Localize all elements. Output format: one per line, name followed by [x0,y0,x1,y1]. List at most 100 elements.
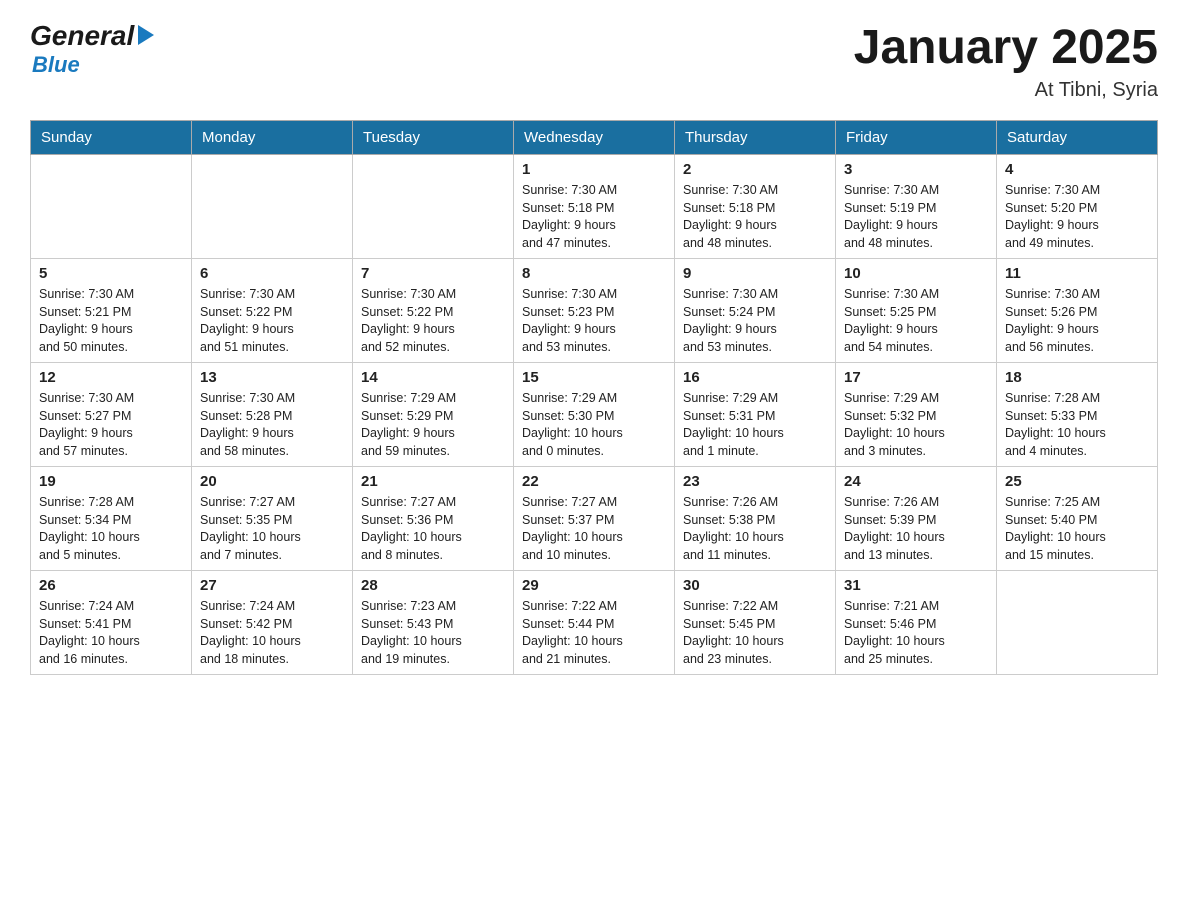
calendar-cell [353,155,514,259]
logo-blue-text: Blue [32,52,154,78]
column-header-tuesday: Tuesday [353,121,514,155]
day-number: 14 [361,369,505,386]
day-info: Sunrise: 7:30 AMSunset: 5:22 PMDaylight:… [200,286,344,356]
day-number: 12 [39,369,183,386]
day-info: Sunrise: 7:30 AMSunset: 5:24 PMDaylight:… [683,286,827,356]
day-number: 21 [361,473,505,490]
day-info: Sunrise: 7:29 AMSunset: 5:30 PMDaylight:… [522,390,666,460]
day-info: Sunrise: 7:30 AMSunset: 5:18 PMDaylight:… [522,182,666,252]
day-number: 29 [522,577,666,594]
calendar-cell: 6 Sunrise: 7:30 AMSunset: 5:22 PMDaylight… [192,259,353,363]
day-info: Sunrise: 7:25 AMSunset: 5:40 PMDaylight:… [1005,494,1149,564]
calendar-cell: 19Sunrise: 7:28 AMSunset: 5:34 PMDayligh… [31,467,192,571]
calendar-cell [192,155,353,259]
calendar-cell: 26 Sunrise: 7:24 AMSunset: 5:41 PMDayligh… [31,571,192,675]
day-number: 25 [1005,473,1149,490]
day-number: 18 [1005,369,1149,386]
day-number: 28 [361,577,505,594]
day-info: Sunrise: 7:29 AMSunset: 5:31 PMDaylight:… [683,390,827,460]
header-row: SundayMondayTuesdayWednesdayThursdayFrid… [31,121,1158,155]
day-info: Sunrise: 7:26 AMSunset: 5:38 PMDaylight:… [683,494,827,564]
day-info: Sunrise: 7:30 AMSunset: 5:22 PMDaylight:… [361,286,505,356]
day-number: 17 [844,369,988,386]
column-header-thursday: Thursday [675,121,836,155]
calendar-cell [31,155,192,259]
column-header-friday: Friday [836,121,997,155]
calendar-cell: 9 Sunrise: 7:30 AMSunset: 5:24 PMDaylight… [675,259,836,363]
calendar-week-2: 5 Sunrise: 7:30 AMSunset: 5:21 PMDaylight… [31,259,1158,363]
calendar-cell: 3 Sunrise: 7:30 AMSunset: 5:19 PMDaylight… [836,155,997,259]
day-number: 2 [683,161,827,178]
day-info: Sunrise: 7:30 AMSunset: 5:19 PMDaylight:… [844,182,988,252]
day-number: 23 [683,473,827,490]
calendar-header: SundayMondayTuesdayWednesdayThursdayFrid… [31,121,1158,155]
day-info: Sunrise: 7:30 AMSunset: 5:23 PMDaylight:… [522,286,666,356]
day-number: 4 [1005,161,1149,178]
day-number: 20 [200,473,344,490]
day-info: Sunrise: 7:30 AMSunset: 5:27 PMDaylight:… [39,390,183,460]
day-number: 30 [683,577,827,594]
day-info: Sunrise: 7:27 AMSunset: 5:35 PMDaylight:… [200,494,344,564]
column-header-sunday: Sunday [31,121,192,155]
day-number: 11 [1005,265,1149,282]
calendar-week-4: 19Sunrise: 7:28 AMSunset: 5:34 PMDayligh… [31,467,1158,571]
day-info: Sunrise: 7:28 AMSunset: 5:34 PMDaylight:… [39,494,183,564]
day-info: Sunrise: 7:29 AMSunset: 5:32 PMDaylight:… [844,390,988,460]
column-header-monday: Monday [192,121,353,155]
calendar-cell: 18Sunrise: 7:28 AMSunset: 5:33 PMDayligh… [997,363,1158,467]
day-number: 5 [39,265,183,282]
day-number: 27 [200,577,344,594]
calendar-cell: 21 Sunrise: 7:27 AMSunset: 5:36 PMDayligh… [353,467,514,571]
day-info: Sunrise: 7:24 AMSunset: 5:41 PMDaylight:… [39,598,183,668]
calendar-body: 1 Sunrise: 7:30 AMSunset: 5:18 PMDaylight… [31,155,1158,675]
day-number: 13 [200,369,344,386]
day-info: Sunrise: 7:30 AMSunset: 5:26 PMDaylight:… [1005,286,1149,356]
logo-arrow-icon [138,25,154,45]
calendar-cell: 5 Sunrise: 7:30 AMSunset: 5:21 PMDaylight… [31,259,192,363]
day-info: Sunrise: 7:30 AMSunset: 5:21 PMDaylight:… [39,286,183,356]
column-header-wednesday: Wednesday [514,121,675,155]
day-info: Sunrise: 7:26 AMSunset: 5:39 PMDaylight:… [844,494,988,564]
title-area: January 2025 At Tibni, Syria [854,20,1158,102]
day-info: Sunrise: 7:27 AMSunset: 5:36 PMDaylight:… [361,494,505,564]
day-number: 24 [844,473,988,490]
day-number: 3 [844,161,988,178]
calendar-cell: 14Sunrise: 7:29 AMSunset: 5:29 PMDayligh… [353,363,514,467]
day-info: Sunrise: 7:30 AMSunset: 5:20 PMDaylight:… [1005,182,1149,252]
calendar-cell [997,571,1158,675]
calendar-cell: 27 Sunrise: 7:24 AMSunset: 5:42 PMDayligh… [192,571,353,675]
day-info: Sunrise: 7:27 AMSunset: 5:37 PMDaylight:… [522,494,666,564]
day-number: 9 [683,265,827,282]
logo-general-text: General [30,20,134,52]
calendar-cell: 10 Sunrise: 7:30 AMSunset: 5:25 PMDayligh… [836,259,997,363]
calendar-cell: 13Sunrise: 7:30 AMSunset: 5:28 PMDayligh… [192,363,353,467]
day-number: 10 [844,265,988,282]
calendar-cell: 15 Sunrise: 7:29 AMSunset: 5:30 PMDayligh… [514,363,675,467]
calendar-cell: 20 Sunrise: 7:27 AMSunset: 5:35 PMDayligh… [192,467,353,571]
day-number: 31 [844,577,988,594]
calendar-week-1: 1 Sunrise: 7:30 AMSunset: 5:18 PMDaylight… [31,155,1158,259]
calendar-cell: 29 Sunrise: 7:22 AMSunset: 5:44 PMDayligh… [514,571,675,675]
calendar-cell: 25 Sunrise: 7:25 AMSunset: 5:40 PMDayligh… [997,467,1158,571]
day-info: Sunrise: 7:21 AMSunset: 5:46 PMDaylight:… [844,598,988,668]
day-number: 6 [200,265,344,282]
calendar-cell: 4 Sunrise: 7:30 AMSunset: 5:20 PMDaylight… [997,155,1158,259]
day-info: Sunrise: 7:22 AMSunset: 5:45 PMDaylight:… [683,598,827,668]
day-info: Sunrise: 7:30 AMSunset: 5:25 PMDaylight:… [844,286,988,356]
day-number: 22 [522,473,666,490]
day-number: 7 [361,265,505,282]
day-info: Sunrise: 7:22 AMSunset: 5:44 PMDaylight:… [522,598,666,668]
day-info: Sunrise: 7:30 AMSunset: 5:18 PMDaylight:… [683,182,827,252]
day-number: 1 [522,161,666,178]
page-title: January 2025 [854,20,1158,75]
calendar-cell: 2 Sunrise: 7:30 AMSunset: 5:18 PMDaylight… [675,155,836,259]
calendar-cell: 17 Sunrise: 7:29 AMSunset: 5:32 PMDayligh… [836,363,997,467]
day-number: 26 [39,577,183,594]
logo: General Blue [30,20,154,78]
calendar-cell: 7 Sunrise: 7:30 AMSunset: 5:22 PMDaylight… [353,259,514,363]
column-header-saturday: Saturday [997,121,1158,155]
calendar-week-3: 12 Sunrise: 7:30 AMSunset: 5:27 PMDayligh… [31,363,1158,467]
day-number: 15 [522,369,666,386]
day-info: Sunrise: 7:24 AMSunset: 5:42 PMDaylight:… [200,598,344,668]
calendar-cell: 22 Sunrise: 7:27 AMSunset: 5:37 PMDayligh… [514,467,675,571]
